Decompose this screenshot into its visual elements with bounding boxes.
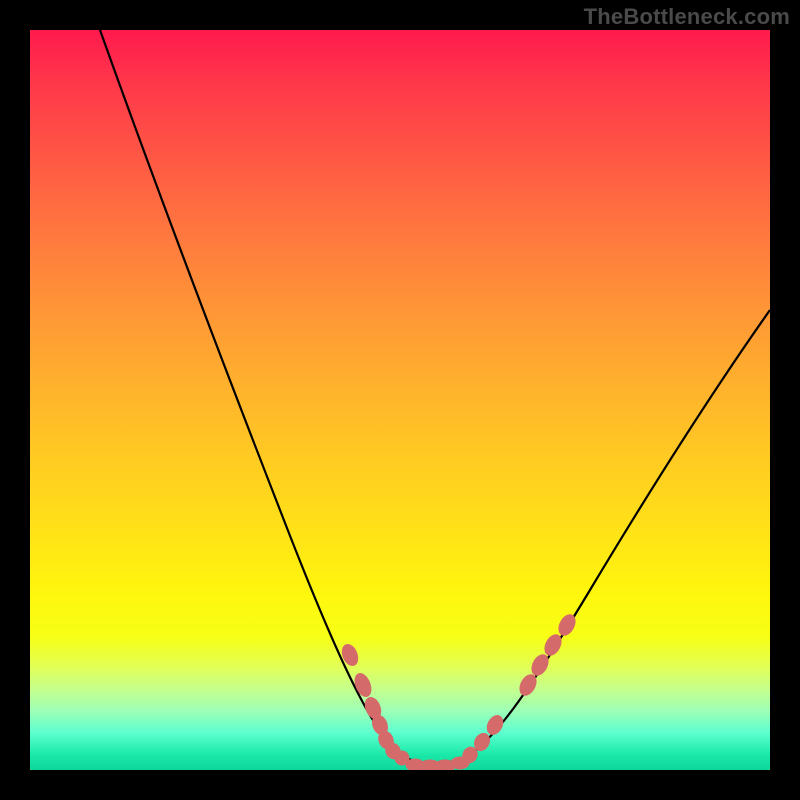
curve-layer (30, 30, 770, 770)
chart-frame: TheBottleneck.com (0, 0, 800, 800)
gradient-plot-area (30, 30, 770, 770)
bottleneck-curve (100, 30, 770, 765)
watermark-text: TheBottleneck.com (584, 4, 790, 30)
bead-cluster-floor (406, 757, 469, 770)
bead-cluster-left (339, 642, 411, 768)
bead-cluster-right (460, 612, 578, 765)
